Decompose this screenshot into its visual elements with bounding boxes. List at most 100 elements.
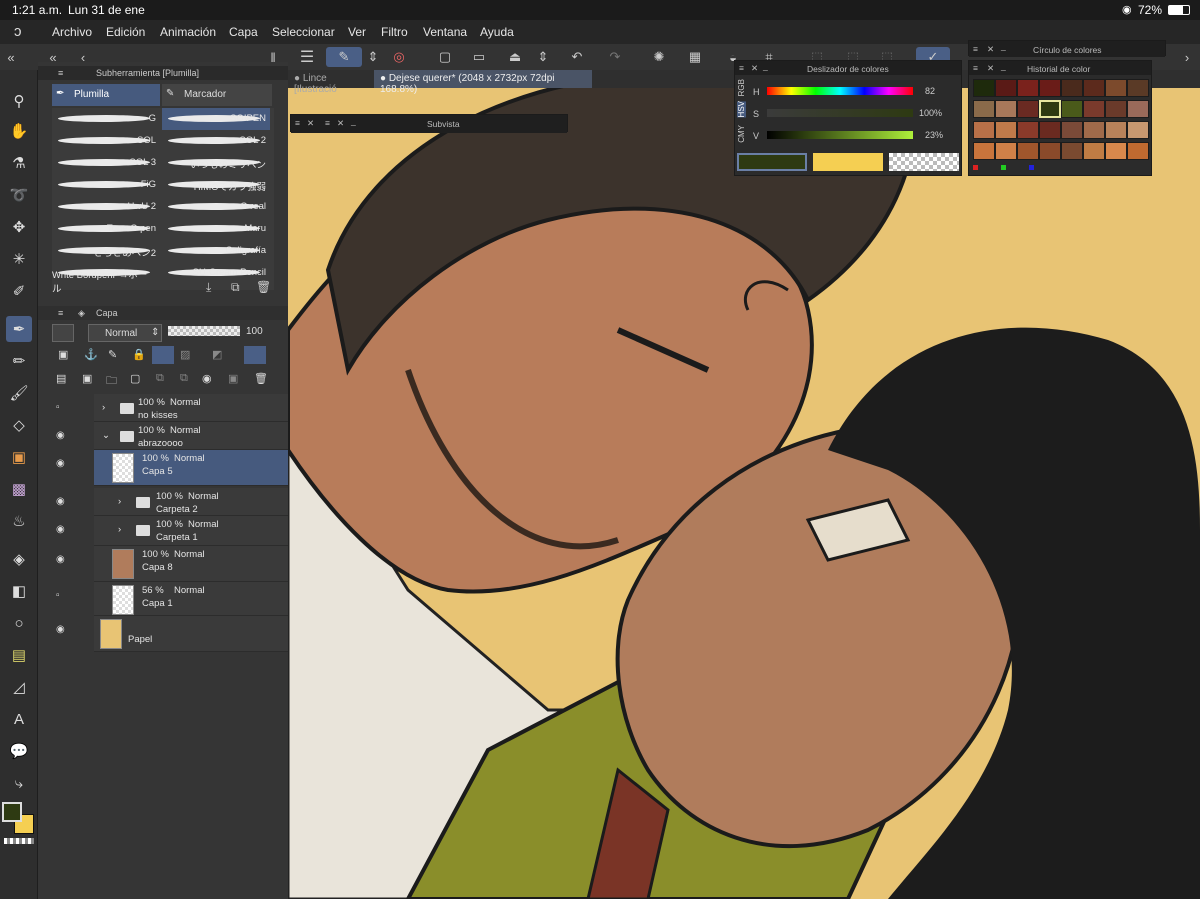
magic-wand-icon[interactable]: ✳ [6,246,32,272]
redo-icon[interactable]: ↷ [604,47,626,67]
fill-tool-icon[interactable]: ⚗ [6,150,32,176]
color-history-swatch[interactable] [1061,79,1083,97]
lock-transparency-icon[interactable] [152,346,174,364]
text-tool-icon[interactable]: A [6,706,32,732]
color-history-swatch[interactable] [1127,100,1149,118]
eye-icon[interactable]: ◉ [56,430,65,441]
menu-seleccionar[interactable]: Seleccionar [272,25,335,39]
combine-icon[interactable]: ⧉ [180,372,188,385]
frame-tool-icon[interactable]: ▤ [6,642,32,668]
move-tool-icon[interactable]: ✥ [6,214,32,240]
new-file-icon[interactable]: ▢ [434,47,456,67]
correct-line-tool-icon[interactable]: ⤷ [6,770,32,796]
ruler-icon[interactable]: ◩ [212,348,222,361]
menu-animacion[interactable]: Animación [160,25,216,39]
menu-filtro[interactable]: Filtro [381,25,408,39]
menu-icon-2[interactable]: ≡ [325,118,330,128]
s-value[interactable]: 100% [919,108,942,118]
expand-chevron-icon[interactable]: › [102,402,105,413]
eye-icon[interactable]: ◉ [56,524,65,535]
color-history-swatch[interactable] [1105,121,1127,139]
brush-item[interactable]: Caligrafía [162,240,270,262]
close-icon-2[interactable]: ✕ [337,118,344,129]
mask-icon[interactable]: ▨ [180,348,190,361]
brush-item[interactable]: Write BordpenP→ボール [52,262,160,295]
tab-rgb[interactable]: RGB [737,79,746,96]
brush-item[interactable]: SOIPEN [162,108,270,130]
color-history-swatch[interactable] [1039,79,1061,97]
color-history-swatch[interactable] [1039,121,1061,139]
transparent-color-swatch[interactable] [4,838,34,844]
opacity-slider[interactable] [168,326,240,336]
chevron-right-icon[interactable]: › [1176,47,1198,67]
undo-icon[interactable]: ↶ [566,47,588,67]
menu-ver[interactable]: Ver [348,25,366,39]
pencil-tool-icon[interactable]: ✏ [6,348,32,374]
color-history-swatch[interactable] [1083,121,1105,139]
tab-dejese-querer[interactable]: ● Dejese querer* (2048 x 2732px 72dpi 16… [374,70,592,95]
hidden-eye-icon[interactable]: ▫ [56,590,60,601]
updown-icon[interactable]: ⇕ [362,47,384,67]
menu-ventana[interactable]: Ventana [423,25,467,39]
brush-item[interactable]: FiG [52,174,160,196]
layer-row[interactable]: ›100 %NormalCarpeta 2≡ [94,488,306,516]
brush-item[interactable]: Maru [162,218,270,240]
open-folder-icon[interactable]: ▭ [468,47,490,67]
duplicate-icon[interactable]: ⧉ [231,280,240,295]
minimize-icon[interactable]: _ [351,116,356,126]
minimize-icon-3[interactable]: _ [1001,41,1006,51]
merge-icon[interactable]: ⧉ [156,372,164,385]
settings-icon[interactable]: ◎ [388,47,410,67]
collapse-left-icon[interactable]: « [0,47,22,67]
color-history-swatch[interactable] [1127,79,1149,97]
saturation-slider[interactable] [767,109,913,117]
color-history-swatch[interactable] [995,142,1017,160]
reference-icon[interactable]: ⚓ [84,348,98,361]
color-history-swatch[interactable] [973,100,995,118]
minimize-icon-4[interactable]: _ [1001,61,1006,71]
color-history-swatch[interactable] [1105,79,1127,97]
color-history-swatch[interactable] [1083,79,1105,97]
close-icon-3[interactable]: ✕ [751,63,758,74]
color-history-swatch[interactable] [1017,121,1039,139]
hand-tool-icon[interactable]: ✋ [6,118,32,144]
menu-archivo[interactable]: Archivo [52,25,92,39]
layer-type-select[interactable] [52,324,74,342]
brush-item[interactable]: UwU 2 [52,196,160,218]
brush-item[interactable]: SOL 2 [162,130,270,152]
tab-marcador[interactable]: ✎ Marcador [162,84,272,106]
hidden-eye-icon[interactable]: ▫ [56,402,60,413]
color-history-swatch[interactable] [995,79,1017,97]
tab-cmy[interactable]: CMY [737,125,746,143]
quick-access-icon[interactable]: ✎ [326,47,362,67]
layer-row[interactable]: 56 %NormalCapa 1≡ [94,582,306,616]
menu-capa[interactable]: Capa [229,25,258,39]
brush-item[interactable]: さらさあペン2 [52,240,160,262]
tab-plumilla[interactable]: ✒ Plumilla [52,84,160,106]
brush-item[interactable]: G real [162,196,270,218]
color-history-swatch[interactable] [973,121,995,139]
layer-row[interactable]: Papel≡ [94,616,306,652]
color-history-swatch[interactable] [1061,100,1083,118]
decoration-tool-icon[interactable]: ▣ [6,444,32,470]
layer-row[interactable]: ›100 %NormalCarpeta 1≡ [94,516,306,546]
loading-icon[interactable]: ✺ [648,47,670,67]
ruler-tool-icon[interactable]: ◿ [6,674,32,700]
menu-edicion[interactable]: Edición [106,25,145,39]
close-icon[interactable]: ✕ [307,118,314,129]
color-history-swatch[interactable] [973,79,995,97]
updown-icon-2[interactable]: ⇕ [532,47,554,67]
lock-icon[interactable]: 🔒 [132,348,146,361]
layer-row[interactable]: ›100 %Normalno kisses≡ [94,394,306,422]
trash-icon[interactable]: 🗑 [256,280,271,294]
color-history-swatch[interactable] [1105,100,1127,118]
color-history-swatch[interactable] [1127,121,1149,139]
eyedropper-icon[interactable]: ✐ [6,278,32,304]
brush-item[interactable]: SU-Cream Pencil [162,262,270,284]
menu-icon-4[interactable]: ≡ [973,44,978,54]
mask-add-icon[interactable]: ◉ [202,372,212,385]
minimize-icon-2[interactable]: _ [763,61,768,71]
color-history-swatch[interactable] [1083,142,1105,160]
hue-slider[interactable] [767,87,913,95]
eye-icon[interactable]: ◉ [56,554,65,565]
